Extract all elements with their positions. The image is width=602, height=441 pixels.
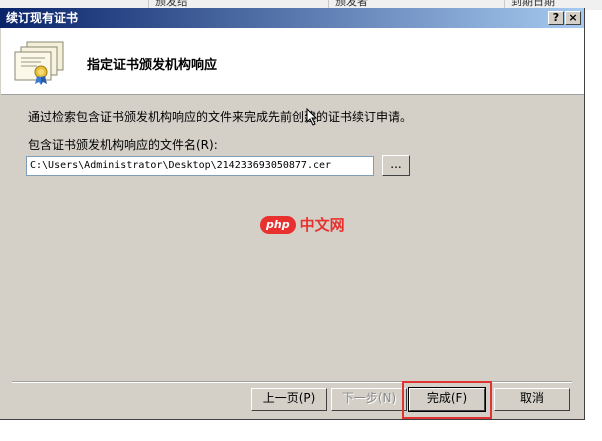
php-logo: php — [260, 215, 296, 234]
window-title: 续订现有证书 — [6, 11, 79, 25]
title-bar[interactable]: 续订现有证书 ? × — [0, 8, 584, 28]
wizard-header: 指定证书颁发机构响应 — [1, 28, 584, 95]
background-window-bottom — [0, 420, 150, 441]
mouse-cursor-icon — [306, 107, 318, 129]
help-button[interactable]: ? — [548, 11, 564, 25]
file-name-label: 包含证书颁发机构响应的文件名(R): — [28, 138, 218, 152]
browse-button[interactable]: ... — [382, 155, 410, 176]
renew-certificate-dialog: 续订现有证书 ? × 指定证书颁发机构响应 通过检索包含证书颁发机构响应的文件来… — [0, 8, 585, 420]
certificate-icon — [13, 40, 69, 89]
site-watermark: php 中文网 — [260, 214, 345, 235]
close-button[interactable]: × — [565, 11, 581, 25]
instruction-text: 通过检索包含证书颁发机构响应的文件来完成先前创建的证书续订申请。 — [28, 110, 413, 124]
back-button[interactable]: 上一页(P) — [251, 388, 327, 411]
next-button[interactable]: 下一步(N) — [331, 388, 407, 411]
wizard-heading: 指定证书颁发机构响应 — [87, 58, 218, 73]
watermark-text: 中文网 — [299, 216, 345, 234]
finish-highlight-box — [402, 381, 492, 419]
cancel-button[interactable]: 取消 — [494, 388, 570, 411]
background-window-right — [585, 10, 602, 441]
file-path-input[interactable]: C:\Users\Administrator\Desktop\214233693… — [26, 156, 374, 176]
